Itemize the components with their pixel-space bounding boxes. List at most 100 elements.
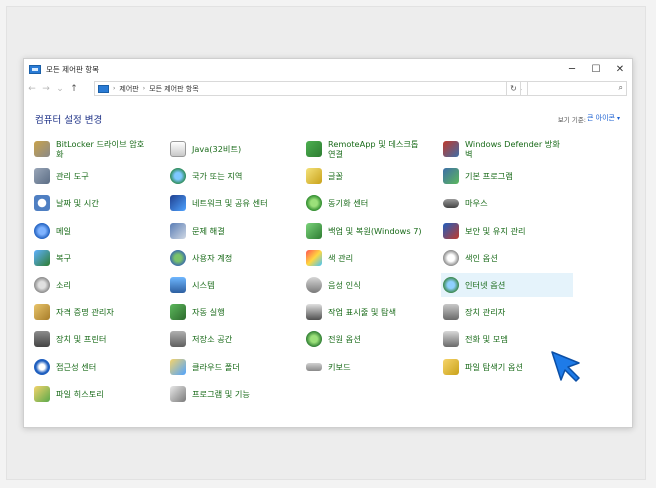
control-panel-item[interactable]: 프로그램 및 기능 <box>168 382 300 406</box>
control-panel-item[interactable]: 메일 <box>32 219 164 243</box>
address-bar-row: ← → ⌄ ↑ › 제어판 › 모든 제어판 항목 ⌄ ↻ ⌕ <box>24 79 632 99</box>
control-panel-item[interactable]: 백업 및 복원(Windows 7) <box>304 219 436 243</box>
breadcrumb-separator: › <box>142 85 146 92</box>
autoplay-icon <box>170 304 186 321</box>
java-icon <box>170 141 186 157</box>
security-maintenance-icon <box>443 222 459 239</box>
minimize-button[interactable]: ─ <box>560 59 584 79</box>
keyboard-icon <box>306 362 322 371</box>
forward-button[interactable]: → <box>40 81 52 97</box>
control-panel-item-label: 관리 도구 <box>56 171 89 182</box>
control-panel-item[interactable]: 보안 및 유지 관리 <box>441 219 573 243</box>
region-icon <box>170 168 186 185</box>
control-panel-item[interactable]: 인터넷 옵션 <box>441 273 573 297</box>
control-panel-item-label: 글꼴 <box>328 171 344 182</box>
control-panel-item-label: 키보드 <box>328 361 351 372</box>
address-bar[interactable]: › 제어판 › 모든 제어판 항목 ⌄ <box>94 81 528 96</box>
maximize-button[interactable]: ☐ <box>584 59 608 79</box>
fonts-icon <box>306 168 322 185</box>
control-panel-item-label: 시스템 <box>192 280 215 290</box>
control-panel-item[interactable]: 관리 도구 <box>32 164 164 188</box>
device-manager-icon <box>443 304 459 321</box>
control-panel-item[interactable]: 글꼴 <box>304 164 436 188</box>
control-panel-item[interactable]: BitLocker 드라이브 암호 화 <box>32 137 164 161</box>
control-panel-item[interactable]: 클라우드 폴더 <box>168 355 300 379</box>
control-panel-item[interactable]: 시스템 <box>168 273 300 297</box>
control-panel-item[interactable]: 동기화 센터 <box>304 191 436 215</box>
control-panel-item[interactable]: 음성 인식 <box>304 273 436 297</box>
control-panel-item[interactable]: 전원 옵션 <box>304 327 436 351</box>
ease-of-access-icon <box>34 358 50 375</box>
control-panel-item[interactable]: 색 관리 <box>304 246 436 270</box>
breadcrumb-separator: › <box>113 85 116 92</box>
control-panel-item-label: BitLocker 드라이브 암호 화 <box>56 139 145 159</box>
close-button[interactable]: ✕ <box>608 59 632 79</box>
control-panel-item-label: 날짜 및 시간 <box>56 198 99 209</box>
control-panel-item[interactable]: 저장소 공간 <box>168 327 300 351</box>
mouse-icon <box>443 198 459 208</box>
recovery-icon <box>34 249 50 266</box>
control-panel-item[interactable]: RemoteApp 및 데스크톱 연결 <box>304 137 436 161</box>
breadcrumb-all-items[interactable]: 모든 제어판 항목 <box>149 84 199 94</box>
control-panel-item[interactable]: 색인 옵션 <box>441 246 573 270</box>
remoteapp-icon <box>306 141 322 157</box>
refresh-button[interactable]: ↻ <box>506 81 521 96</box>
color-management-icon <box>306 249 322 266</box>
up-button[interactable]: ↑ <box>68 81 80 97</box>
control-panel-item[interactable]: 문제 해결 <box>168 219 300 243</box>
search-input[interactable]: ⌕ <box>527 81 627 96</box>
control-panel-item[interactable]: 자동 실행 <box>168 300 300 324</box>
control-panel-item[interactable]: 기본 프로그램 <box>441 164 573 188</box>
control-panel-item[interactable]: 키보드 <box>304 355 436 379</box>
control-panel-item[interactable]: 장치 관리자 <box>441 300 573 324</box>
cloud-folder-icon <box>170 358 186 375</box>
control-panel-item-label: 마우스 <box>465 198 488 209</box>
control-panel-window: 모든 제어판 항목 ─ ☐ ✕ ← → ⌄ ↑ › 제어판 › 모든 제어판 항… <box>23 58 633 428</box>
control-panel-item[interactable]: 파일 히스토리 <box>32 382 164 406</box>
control-panel-item-label: 음성 인식 <box>328 280 361 290</box>
mouse-pointer-icon <box>551 351 580 382</box>
window-title: 모든 제어판 항목 <box>46 64 100 74</box>
chevron-down-icon: ▾ <box>617 115 621 122</box>
control-panel-item[interactable]: Java(32비트) <box>168 137 300 161</box>
control-panel-item[interactable]: 장치 및 프린터 <box>32 327 164 351</box>
view-by-dropdown[interactable]: 큰 아이콘 ▾ <box>587 113 620 123</box>
control-panel-item-label: 파일 히스토리 <box>56 388 104 399</box>
control-panel-item-label: 색 관리 <box>328 252 354 263</box>
control-panel-item[interactable]: 날짜 및 시간 <box>32 191 164 215</box>
control-panel-item[interactable]: 소리 <box>32 273 164 297</box>
taskbar-icon <box>306 304 322 321</box>
firewall-icon <box>443 141 459 157</box>
page-title: 컴퓨터 설정 변경 <box>35 115 103 126</box>
sound-icon <box>34 277 50 293</box>
back-button[interactable]: ← <box>26 81 38 97</box>
control-panel-item-label: 전원 옵션 <box>328 334 361 345</box>
control-panel-item[interactable]: 사용자 계정 <box>168 246 300 270</box>
control-panel-item[interactable]: 전화 및 모뎀 <box>441 327 573 351</box>
system-icon <box>170 277 186 293</box>
control-panel-item-label: 기본 프로그램 <box>465 171 513 182</box>
network-icon <box>170 195 186 212</box>
recent-locations-dropdown[interactable]: ⌄ <box>54 81 66 97</box>
control-panel-icon <box>29 64 41 74</box>
control-panel-item-label: 전화 및 모뎀 <box>465 334 508 345</box>
control-panel-item-label: 자동 실행 <box>192 307 225 318</box>
control-panel-item[interactable]: 마우스 <box>441 191 573 215</box>
troubleshooting-icon <box>170 222 186 239</box>
search-icon: ⌕ <box>618 83 623 92</box>
control-panel-item[interactable]: 네트워크 및 공유 센터 <box>168 191 300 215</box>
control-panel-item[interactable]: Windows Defender 방화 벽 <box>441 137 573 161</box>
control-panel-item[interactable]: 접근성 센터 <box>32 355 164 379</box>
storage-spaces-icon <box>170 331 186 348</box>
control-panel-item-label: 장치 관리자 <box>465 307 506 318</box>
control-panel-icon <box>98 84 109 93</box>
control-panel-item[interactable]: 작업 표시줄 및 탐색 <box>304 300 436 324</box>
internet-options-icon <box>443 277 459 293</box>
file-explorer-options-icon <box>443 358 459 375</box>
control-panel-item[interactable]: 국가 또는 지역 <box>168 164 300 188</box>
breadcrumb-control-panel[interactable]: 제어판 <box>119 84 138 94</box>
control-panel-item-label: 자격 증명 관리자 <box>56 307 114 318</box>
control-panel-item[interactable]: 복구 <box>32 246 164 270</box>
control-panel-item[interactable]: 자격 증명 관리자 <box>32 300 164 324</box>
control-panel-item-label: Windows Defender 방화 벽 <box>465 139 560 159</box>
